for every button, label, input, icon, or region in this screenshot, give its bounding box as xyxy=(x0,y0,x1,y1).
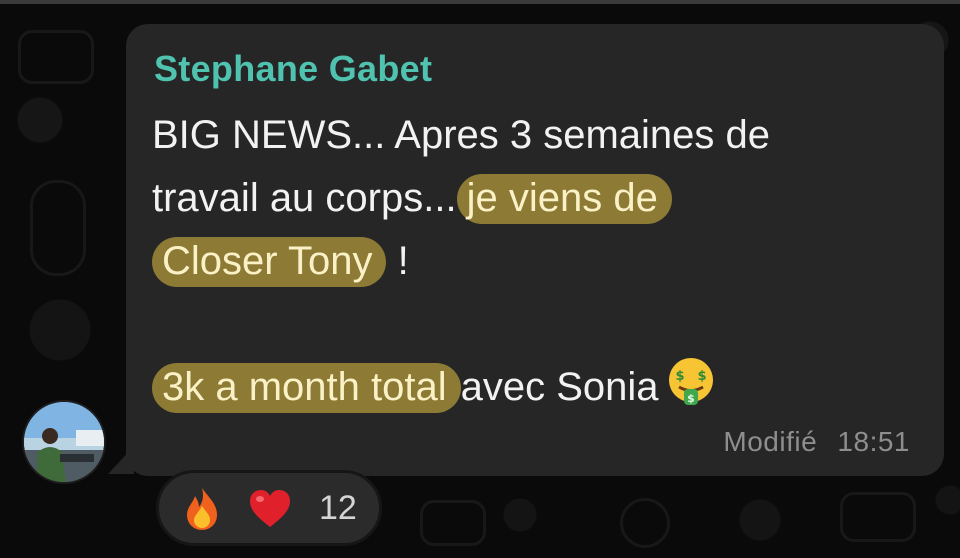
wallpaper-doodle xyxy=(420,500,486,546)
red-heart-icon[interactable] xyxy=(247,486,293,532)
fire-icon[interactable] xyxy=(179,486,225,532)
message-line-3: Closer Tony ! xyxy=(152,230,932,293)
avatar[interactable] xyxy=(22,400,106,484)
wallpaper-doodle xyxy=(30,180,86,276)
wallpaper-doodle xyxy=(18,30,94,84)
message-text-plain: ! xyxy=(397,239,409,283)
top-divider xyxy=(0,0,960,4)
edited-label: Modifié xyxy=(723,426,818,457)
sender-name[interactable]: Stephane Gabet xyxy=(154,48,432,90)
message-line-1: BIG NEWS... Apres 3 semaines de xyxy=(152,104,932,167)
svg-text:$: $ xyxy=(687,392,695,405)
wallpaper-doodle xyxy=(620,498,670,548)
message-meta: Modifié 18:51 xyxy=(723,426,910,458)
wallpaper-doodle xyxy=(840,492,916,542)
highlighted-text: je viens de xyxy=(456,174,672,224)
svg-text:$: $ xyxy=(675,369,684,384)
avatar-photo xyxy=(24,402,104,482)
svg-text:$: $ xyxy=(697,369,706,384)
message-text-plain: travail au corps... xyxy=(152,176,457,220)
message-bubble[interactable]: Stephane Gabet BIG NEWS... Apres 3 semai… xyxy=(126,24,944,476)
reaction-count: 12 xyxy=(319,489,357,527)
highlighted-text: 3k a month total xyxy=(152,363,461,413)
message-line-4: 3k a month total avec Sonia $ $ $ xyxy=(152,356,932,419)
message-time: 18:51 xyxy=(837,426,910,457)
message-line-2: travail au corps... je viens de xyxy=(152,167,932,230)
reactions-pill[interactable]: 12 xyxy=(156,470,382,546)
message-text-plain: BIG NEWS... Apres 3 semaines de xyxy=(152,113,771,157)
money-mouth-face-icon: $ $ $ xyxy=(668,358,713,405)
highlighted-text: Closer Tony xyxy=(152,237,387,287)
message-text-plain: avec Sonia xyxy=(460,365,659,409)
message-text: BIG NEWS... Apres 3 semaines de travail … xyxy=(152,104,932,419)
